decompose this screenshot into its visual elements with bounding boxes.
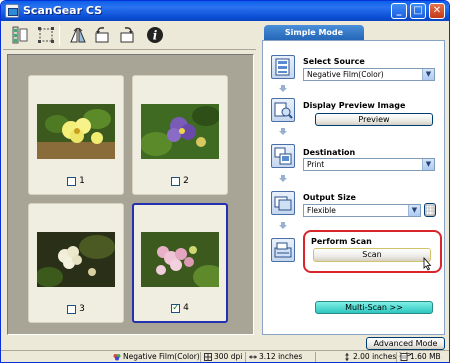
crop-icon[interactable] bbox=[35, 24, 57, 46]
rotate-left-icon[interactable] bbox=[91, 24, 113, 46]
status-dpi-text: 300 dpi bbox=[214, 352, 243, 361]
advanced-mode-button[interactable]: Advanced Mode >> bbox=[366, 337, 445, 359]
select-source-value: Negative Film(Color) bbox=[307, 70, 384, 79]
output-size-dropdown[interactable]: Flexible ▼ bbox=[303, 204, 421, 217]
film-frame[interactable]: 3 bbox=[28, 203, 124, 323]
width-icon bbox=[249, 353, 257, 361]
status-film-text: Negative Film(Color) bbox=[123, 352, 200, 361]
preview-image-icon bbox=[271, 98, 295, 122]
status-size-text: 1.60 MB bbox=[410, 352, 441, 361]
frame-number: 4 bbox=[183, 303, 189, 313]
film-frame[interactable]: 2 bbox=[132, 75, 228, 195]
frame-checkbox-checked[interactable] bbox=[171, 303, 181, 313]
minimize-button[interactable]: _ bbox=[391, 3, 407, 19]
frame-number: 1 bbox=[79, 176, 85, 186]
frame-number: 2 bbox=[183, 176, 189, 186]
mirror-icon[interactable] bbox=[67, 24, 89, 46]
frame-checkbox-row[interactable]: 3 bbox=[29, 304, 123, 314]
status-divider bbox=[200, 352, 201, 362]
thumbnail-view-icon[interactable] bbox=[9, 24, 31, 46]
frame-checkbox[interactable] bbox=[171, 176, 181, 186]
status-height-text: 2.00 inches bbox=[353, 352, 397, 361]
toolbar-separator bbox=[59, 25, 60, 46]
perform-scan-icon bbox=[271, 238, 295, 262]
frame-number: 3 bbox=[79, 304, 85, 314]
select-source-label: Select Source bbox=[303, 57, 365, 66]
status-divider bbox=[396, 352, 397, 362]
destination-label: Destination bbox=[303, 148, 356, 157]
frame-checkbox[interactable] bbox=[67, 176, 77, 186]
dpi-icon bbox=[204, 353, 212, 361]
multi-scan-button[interactable]: Multi-Scan >> bbox=[315, 301, 433, 314]
app-icon bbox=[5, 4, 19, 18]
panel-body: Select Source Negative Film(Color) ▼ Dis… bbox=[262, 40, 445, 335]
chevron-down-icon[interactable]: ▼ bbox=[408, 205, 420, 216]
frame-checkbox[interactable] bbox=[67, 304, 77, 314]
scangear-window: ScanGear CS _ □ ✕ i 1 2 3 ✓ 4 Simple Mod… bbox=[0, 0, 450, 363]
output-size-icon bbox=[271, 191, 295, 215]
grid-settings-icon[interactable] bbox=[424, 203, 436, 217]
toolbar: i bbox=[3, 22, 256, 50]
frame-checkbox-row[interactable]: 1 bbox=[29, 176, 123, 186]
status-width: 3.12 inches bbox=[249, 351, 303, 362]
film-icon bbox=[113, 353, 121, 361]
frame-checkbox-row[interactable]: 2 bbox=[133, 176, 227, 186]
rotate-right-icon[interactable] bbox=[116, 24, 138, 46]
frame-thumbnail bbox=[141, 104, 219, 159]
destination-dropdown[interactable]: Print ▼ bbox=[303, 158, 435, 171]
svg-text:i: i bbox=[153, 29, 158, 43]
chevron-down-icon[interactable]: ▼ bbox=[422, 159, 434, 170]
tab-simple-mode[interactable]: Simple Mode bbox=[264, 25, 364, 40]
status-height: 2.00 inches bbox=[343, 351, 397, 362]
frame-thumbnail bbox=[37, 232, 115, 287]
window-title: ScanGear CS bbox=[23, 4, 103, 17]
film-frame-selected[interactable]: 4 bbox=[132, 203, 228, 323]
info-icon[interactable]: i bbox=[144, 24, 166, 46]
status-size: 1.60 MB bbox=[400, 351, 441, 362]
output-size-value: Flexible bbox=[307, 206, 336, 215]
step-arrow-icon bbox=[279, 128, 287, 136]
status-divider bbox=[245, 352, 246, 362]
output-size-label: Output Size bbox=[303, 193, 356, 202]
status-bar: Negative Film(Color) 300 dpi 3.12 inches… bbox=[1, 350, 449, 362]
height-icon bbox=[343, 353, 351, 361]
frame-thumbnail bbox=[37, 104, 115, 159]
chevron-down-icon[interactable]: ▼ bbox=[422, 69, 434, 80]
preview-button[interactable]: Preview bbox=[315, 113, 433, 126]
frame-thumbnail bbox=[141, 232, 219, 287]
step-arrow-icon bbox=[279, 85, 287, 93]
scan-highlight bbox=[303, 230, 442, 273]
destination-icon bbox=[271, 144, 295, 168]
select-source-icon bbox=[271, 55, 295, 79]
maximize-button[interactable]: □ bbox=[410, 3, 426, 19]
title-bar[interactable]: ScanGear CS _ □ ✕ bbox=[1, 1, 449, 21]
display-preview-label: Display Preview Image bbox=[303, 101, 406, 110]
status-dpi: 300 dpi bbox=[204, 351, 243, 362]
status-divider bbox=[315, 352, 316, 362]
frame-checkbox-row[interactable]: 4 bbox=[134, 303, 226, 313]
preview-area[interactable]: 1 2 3 ✓ 4 bbox=[7, 54, 254, 335]
select-source-dropdown[interactable]: Negative Film(Color) ▼ bbox=[303, 68, 435, 81]
simple-mode-panel: Simple Mode Select Source Negative Film(… bbox=[262, 21, 445, 335]
close-button[interactable]: ✕ bbox=[429, 3, 445, 19]
status-width-text: 3.12 inches bbox=[259, 352, 303, 361]
step-arrow-icon bbox=[279, 222, 287, 230]
film-frame[interactable]: 1 bbox=[28, 75, 124, 195]
destination-value: Print bbox=[307, 160, 325, 169]
step-arrow-icon bbox=[279, 175, 287, 183]
file-size-icon bbox=[400, 353, 408, 361]
status-film-type: Negative Film(Color) bbox=[113, 351, 200, 362]
